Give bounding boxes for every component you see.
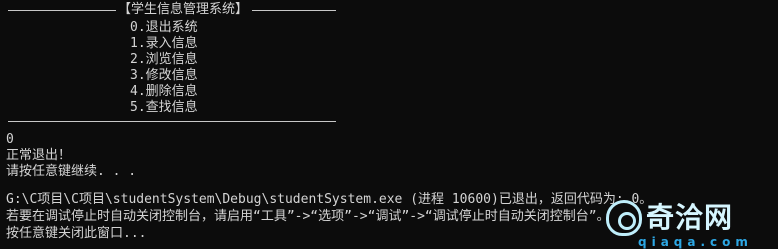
process-exit-message: G:\C项目\C项目\studentSystem\Debug\studentSy… — [6, 192, 653, 207]
input-value: 0 — [6, 132, 14, 147]
menu-title: 【学生信息管理系统】 — [118, 2, 249, 17]
menu-item-exit: 0.退出系统 — [130, 20, 198, 35]
menu-divider — [8, 121, 336, 122]
menu-item-browse: 2.浏览信息 — [130, 52, 198, 67]
header-divider-left — [8, 10, 116, 11]
watermark: 奇洽网 qiaqa.com — [606, 200, 776, 249]
normal-exit-message: 正常退出！ — [6, 148, 72, 163]
menu-item-enter: 1.录入信息 — [130, 36, 198, 51]
console-window[interactable]: 【学生信息管理系统】 0.退出系统 1.录入信息 2.浏览信息 3.修改信息 4… — [0, 0, 778, 249]
menu-item-modify: 3.修改信息 — [130, 68, 198, 83]
press-any-key-message: 请按任意键继续. . . — [6, 164, 137, 179]
watermark-brand: 奇洽网 — [646, 201, 734, 234]
auto-close-hint: 若要在调试停止时自动关闭控制台，请启用“工具”->“选项”->“调试”->“调试… — [6, 209, 610, 224]
menu-item-search: 5.查找信息 — [130, 100, 198, 115]
menu-item-delete: 4.删除信息 — [130, 84, 198, 99]
qiaqa-logo-icon — [606, 200, 642, 236]
press-close-message: 按任意键关闭此窗口... — [6, 226, 147, 241]
watermark-domain: qiaqa.com — [638, 235, 753, 249]
header-divider-right — [252, 10, 336, 11]
